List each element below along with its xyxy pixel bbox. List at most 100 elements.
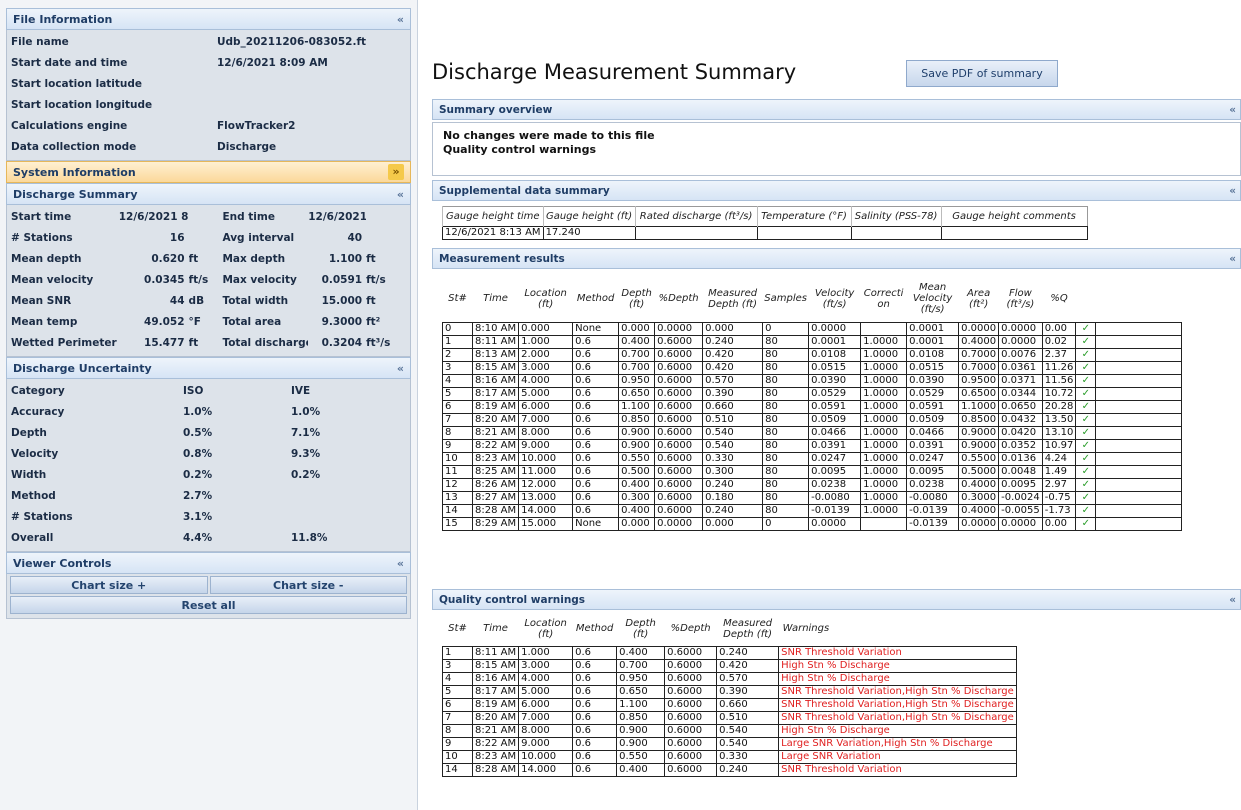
table-row[interactable]: 4 8:16 AM 4.000 0.6 0.950 0.6000 0.570 High Stn… [442,671,1017,686]
results-filler [1095,399,1183,414]
results-cell: 0.0000 [808,516,862,531]
chart-size-plus-button[interactable]: Chart size + [10,576,208,594]
table-row[interactable]: 9 8:22 AM 9.000 0.6 0.900 0.6000 0.540 Large SN… [442,736,1017,751]
chart-size-minus-button[interactable]: Chart size - [209,576,407,594]
results-cell: 0.240 [702,503,764,518]
summary-overview-title: Summary overview [439,104,553,116]
table-row[interactable]: 11 8:25 AM 11.000 0.6 0.500 0.6000 0.300 80 0.00… [442,464,1183,479]
table-row[interactable]: 7 8:20 AM 7.000 0.6 0.850 0.6000 0.510 80 0.0509… [442,412,1183,427]
qc-cell: 0.540 [716,723,780,738]
viewer-controls-header[interactable]: Viewer Controls « [6,552,411,574]
table-row[interactable]: 3 8:15 AM 3.000 0.6 0.700 0.6000 0.420 80 0.0515… [442,360,1183,375]
summary-label: Max velocity [222,274,297,286]
qc-cell: 7 [442,710,473,725]
results-cell: 0.6 [572,399,620,414]
qc-cell: 0.6000 [664,645,718,660]
qc-cell: 10.000 [518,749,574,764]
table-row[interactable]: 13 8:27 AM 13.000 0.6 0.300 0.6000 0.180 80 -0.0… [442,490,1183,505]
system-info-title: System Information [13,166,136,179]
results-column-header: Correcti on [863,287,904,310]
uncertainty-ive: 9.3% [291,448,321,460]
results-cell: 80 [762,477,810,492]
qc-warnings-header[interactable]: Quality control warnings « [432,589,1241,610]
table-row[interactable]: 1 8:11 AM 1.000 0.6 0.400 0.6000 0.240 SNR Thre… [442,645,1017,660]
results-filler [1095,477,1183,492]
collapse-icon[interactable]: « [397,9,404,31]
uncertainty-iso: 0.5% [183,427,213,439]
table-row[interactable]: 5 8:17 AM 5.000 0.6 0.650 0.6000 0.390 80 0.0529… [442,386,1183,401]
table-row[interactable]: 12 8:26 AM 12.000 0.6 0.400 0.6000 0.240 80 0.02… [442,477,1183,492]
collapse-icon[interactable]: « [1229,590,1236,611]
results-cell: 8:29 AM [471,516,520,531]
system-info-panel: System Information » [6,161,411,183]
table-row[interactable]: 0 8:10 AM 0.000 None 0.000 0.0000 0.000 0 0.0000… [442,321,1183,336]
table-row[interactable]: 14 8:28 AM 14.000 0.6 0.400 0.6000 0.240 SNR Th… [442,762,1017,777]
summary-label: Avg interval [222,232,295,244]
collapse-icon[interactable]: « [397,358,404,380]
results-filler [1095,503,1183,518]
table-row[interactable]: 4 8:16 AM 4.000 0.6 0.950 0.6000 0.570 80 0.0390… [442,373,1183,388]
supplemental-header[interactable]: Supplemental data summary « [432,180,1241,201]
system-info-header[interactable]: System Information » [6,161,411,183]
table-row[interactable]: 14 8:28 AM 14.000 0.6 0.400 0.6000 0.240 80 -0.0… [442,503,1183,518]
collapse-icon[interactable]: « [1229,100,1236,121]
collapse-icon[interactable]: « [397,184,404,206]
qc-cell: 0.550 [616,749,666,764]
results-cell: 0.6 [572,490,620,505]
table-row[interactable]: 8 8:21 AM 8.000 0.6 0.900 0.6000 0.540 High Stn… [442,723,1017,738]
results-cell: 0 [762,516,810,531]
discharge-summary-header[interactable]: Discharge Summary « [6,183,411,205]
uncertainty-row: Depth 0.5% 7.1% [11,423,406,444]
results-cell: 0.0515 [906,360,960,375]
table-row[interactable]: 7 8:20 AM 7.000 0.6 0.850 0.6000 0.510 SNR Thre… [442,710,1017,725]
collapse-icon[interactable]: « [397,553,404,575]
table-row[interactable]: 10 8:23 AM 10.000 0.6 0.550 0.6000 0.330 Large … [442,749,1017,764]
qc-warning-cell: SNR Threshold Variation,High Stn % Disch… [778,684,1017,699]
supplemental-cell [940,226,1088,240]
table-row[interactable]: 10 8:23 AM 10.000 0.6 0.550 0.6000 0.330 80 0.02… [442,451,1183,466]
expand-icon[interactable]: » [388,164,404,180]
summary-overview-header[interactable]: Summary overview « [432,99,1241,120]
qc-cell: 0.400 [616,762,666,777]
qc-column-header: %Depth [670,623,711,635]
table-row[interactable]: 1 8:11 AM 1.000 0.6 0.400 0.6000 0.240 80 0.0001… [442,334,1183,349]
results-cell: 80 [762,425,810,440]
file-info-value: Discharge [217,141,277,153]
results-cell: 1.0000 [860,399,908,414]
summary-value: 49.052 [144,316,185,328]
results-cell: None [572,321,620,336]
table-row[interactable]: 9 8:22 AM 9.000 0.6 0.900 0.6000 0.540 80 0.0391… [442,438,1183,453]
qc-cell: 9 [442,736,473,751]
table-row[interactable]: 15 8:29 AM 15.000 None 0.000 0.0000 0.000 0 0.00… [442,516,1183,531]
file-info-header[interactable]: File Information « [6,8,411,30]
collapse-icon[interactable]: « [1229,249,1236,270]
supplemental-column-header: Rated discharge (ft³/s) [634,206,758,227]
summary-label: Mean depth [11,253,82,265]
results-cell: 0.400 [618,477,656,492]
table-row[interactable]: 3 8:15 AM 3.000 0.6 0.700 0.6000 0.420 High Stn… [442,658,1017,673]
table-row[interactable]: 6 8:19 AM 6.000 0.6 1.100 0.6000 0.660 SNR Thre… [442,697,1017,712]
qc-cell: 0.900 [616,736,666,751]
collapse-icon[interactable]: « [1229,181,1236,202]
summary-unit: ft [366,295,376,307]
reset-all-button[interactable]: Reset all [10,596,407,614]
save-pdf-button[interactable]: Save PDF of summary [906,60,1058,87]
results-cell: 0.0076 [998,347,1043,362]
summary-unit: ft [188,337,199,349]
results-cell: 0.950 [618,373,656,388]
qc-cell: 0.6 [572,671,618,686]
check-icon: ✓ [1075,386,1097,401]
measurement-results-header[interactable]: Measurement results « [432,248,1241,269]
table-row[interactable]: 6 8:19 AM 6.000 0.6 1.100 0.6000 0.660 80 0.0591… [442,399,1183,414]
summary-row: Mean SNR 44 dB Total width 15.000 ft [11,291,406,312]
results-cell: 0.6 [572,503,620,518]
table-row[interactable]: 5 8:17 AM 5.000 0.6 0.650 0.6000 0.390 SNR Thre… [442,684,1017,699]
table-row[interactable]: 2 8:13 AM 2.000 0.6 0.700 0.6000 0.420 80 0.0108… [442,347,1183,362]
table-row[interactable]: 8 8:21 AM 8.000 0.6 0.900 0.6000 0.540 80 0.0466… [442,425,1183,440]
results-cell: 0.400 [618,334,656,349]
qc-cell: 3 [442,658,473,673]
qc-warning-cell: High Stn % Discharge [778,658,1017,673]
supplemental-column-header: Gauge height comments [940,206,1088,227]
uncertainty-header[interactable]: Discharge Uncertainty « [6,357,411,379]
results-cell: -1.73 [1041,503,1077,518]
